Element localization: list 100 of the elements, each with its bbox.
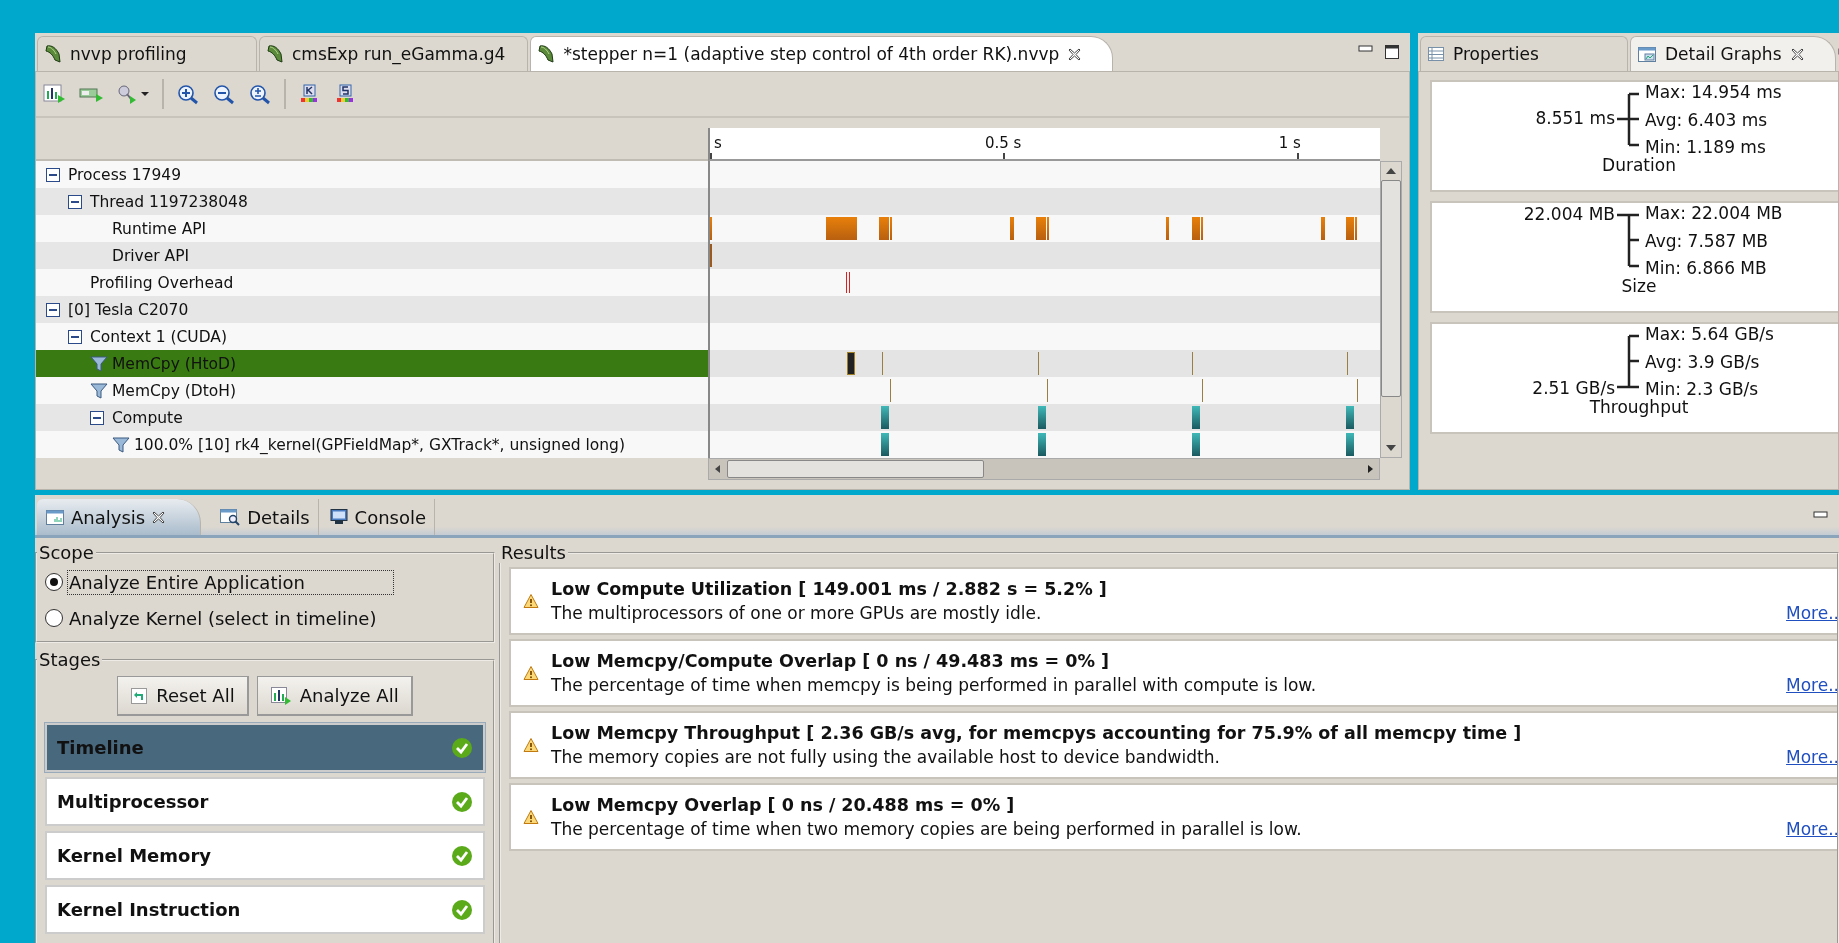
- group-title: Results: [501, 544, 567, 563]
- view-tab[interactable]: Console: [320, 499, 436, 535]
- filter-icon: [90, 382, 108, 399]
- timeline-bar[interactable]: [847, 352, 855, 375]
- graph-min: Min: 1.189 ms: [1645, 137, 1767, 157]
- view-tab[interactable]: Details: [211, 499, 319, 535]
- graph-min: Min: 6.866 MB: [1645, 258, 1768, 278]
- timeline-bar[interactable]: [1346, 433, 1354, 456]
- editor-tab[interactable]: nvvp profiling: [37, 36, 257, 71]
- radio-button[interactable]: [45, 573, 63, 591]
- more-link[interactable]: More..: [1786, 819, 1837, 839]
- zoom-fit-icon[interactable]: [248, 83, 272, 105]
- stage-item[interactable]: Multiprocessor: [45, 777, 485, 826]
- chart-window-icon: [45, 508, 65, 526]
- timeline-bar[interactable]: [881, 433, 889, 456]
- zoom-in-icon[interactable]: [176, 83, 200, 105]
- zoom-out-icon[interactable]: [212, 83, 236, 105]
- tree-row[interactable]: Compute: [36, 404, 708, 431]
- result-description: The percentage of time when two memory copies are being performed in parallel is low.: [551, 819, 1302, 839]
- graph-value: 8.551 ms: [1535, 107, 1615, 128]
- more-link[interactable]: More..: [1786, 603, 1837, 623]
- radio-label[interactable]: Analyze Entire Application: [67, 569, 394, 595]
- maximize-icon[interactable]: [1384, 44, 1400, 60]
- view-tab[interactable]: Analysis: [37, 499, 202, 535]
- panel-tab[interactable]: Detail Graphs: [1630, 36, 1836, 71]
- chart-run-icon: [269, 685, 292, 706]
- filter-icon: [112, 436, 130, 453]
- radio-button[interactable]: [45, 609, 63, 627]
- more-link[interactable]: More..: [1786, 747, 1837, 767]
- timeline-bar[interactable]: [1038, 406, 1046, 429]
- undo-icon: [130, 686, 149, 705]
- stage-item[interactable]: Kernel Memory: [45, 831, 485, 880]
- tick-mark: [1003, 153, 1005, 159]
- collapse-icon[interactable]: [68, 194, 82, 209]
- timeline-bar[interactable]: [1346, 406, 1354, 429]
- close-icon[interactable]: [151, 509, 167, 525]
- warning-icon: [523, 665, 539, 681]
- leaf-icon: [266, 44, 284, 64]
- result-description: The memory copies are not fully using the available host to device bandwidth.: [551, 747, 1220, 767]
- editor-tab[interactable]: *stepper n=1 (adaptive step control of 4th order RK).nvvp: [530, 36, 1114, 71]
- result-title: Low Memcpy Throughput [ 2.36 GB/s avg, for memcpys accounting for 75.9% of all memcpy time ]: [551, 723, 1523, 743]
- result-description: The multiprocessors of one or more GPUs are mostly idle.: [551, 603, 1042, 623]
- graph-max: Max: 22.004 MB: [1645, 203, 1784, 223]
- tree-row[interactable]: Driver API: [36, 242, 708, 269]
- close-icon[interactable]: [1067, 46, 1083, 62]
- horizontal-scrollbar[interactable]: [708, 458, 1380, 480]
- graph-value: 22.004 MB: [1523, 204, 1615, 224]
- magnifier-menu-icon[interactable]: [116, 83, 150, 105]
- minimize-icon[interactable]: [1813, 510, 1829, 520]
- minimize-icon[interactable]: [1358, 44, 1374, 54]
- graph-min: Min: 2.3 GB/s: [1645, 379, 1760, 399]
- graph-title: Duration: [1602, 155, 1676, 175]
- tick-mark: [710, 153, 712, 159]
- collapse-icon[interactable]: [90, 410, 104, 425]
- collapse-icon[interactable]: [46, 167, 60, 182]
- timeline-bar[interactable]: [881, 406, 889, 429]
- warning-icon: [523, 737, 539, 753]
- result-description: The percentage of time when memcpy is being performed in parallel with compute is low.: [551, 675, 1317, 695]
- radio-label[interactable]: Analyze Kernel (select in timeline): [67, 605, 382, 631]
- monitor-icon: [328, 508, 349, 526]
- timeline-bar[interactable]: [1038, 433, 1046, 456]
- leaf-icon: [537, 44, 556, 64]
- result-title: Low Compute Utilization [ 149.001 ms / 2.882 s = 5.2% ]: [551, 579, 1108, 599]
- graph-title: Throughput: [1589, 397, 1689, 417]
- table-icon: [1427, 46, 1445, 62]
- group-title: Scope: [38, 542, 95, 563]
- scrollbar-thumb[interactable]: [727, 460, 984, 478]
- graph-window-icon: [1637, 45, 1657, 63]
- panel-tab[interactable]: Properties: [1420, 36, 1628, 71]
- graph-avg: Avg: 3.9 GB/s: [1645, 351, 1761, 372]
- tick-mark: [1296, 153, 1299, 159]
- result-title: Low Memcpy Overlap [ 0 ns / 20.488 ms = 0% ]: [551, 795, 1016, 815]
- graph-avg: Avg: 6.403 ms: [1645, 109, 1769, 130]
- graph-max: Max: 5.64 GB/s: [1645, 324, 1775, 344]
- tree-row[interactable]: MemCpy (HtoD): [36, 350, 708, 377]
- warning-icon: [523, 809, 539, 825]
- stage-button[interactable]: Analyze All: [256, 676, 413, 716]
- magnifier-window-icon: [219, 508, 242, 526]
- collapse-icon[interactable]: [46, 302, 60, 317]
- tick-label: 0.5 s: [985, 134, 1022, 152]
- timeline-bar[interactable]: [1192, 433, 1200, 456]
- timeline-bar[interactable]: [1192, 406, 1200, 429]
- scrollbar-thumb[interactable]: [1381, 180, 1401, 397]
- result-title: Low Memcpy/Compute Overlap [ 0 ns / 49.483 ms = 0% ]: [551, 651, 1110, 671]
- graph-title: Size: [1621, 276, 1657, 296]
- vertical-scrollbar[interactable]: [1380, 161, 1402, 458]
- collapse-icon[interactable]: [68, 329, 82, 344]
- leaf-icon: [44, 44, 62, 64]
- filter-icon: [90, 355, 108, 372]
- stage-button[interactable]: Reset All: [117, 676, 249, 716]
- editor-tab[interactable]: cmsExp run_eGamma.g4: [259, 36, 529, 71]
- tree-row[interactable]: [0] Tesla C2070: [36, 296, 708, 323]
- warning-icon: [523, 593, 539, 609]
- close-icon[interactable]: [1789, 46, 1805, 62]
- stage-item[interactable]: Kernel Instruction: [45, 885, 485, 934]
- graph-value: 2.51 GB/s: [1532, 378, 1615, 398]
- chart-run-icon[interactable]: [42, 83, 66, 105]
- tree-row[interactable]: Thread 1197238048: [36, 188, 708, 215]
- more-link[interactable]: More..: [1786, 675, 1837, 695]
- tick-label: s: [714, 134, 722, 152]
